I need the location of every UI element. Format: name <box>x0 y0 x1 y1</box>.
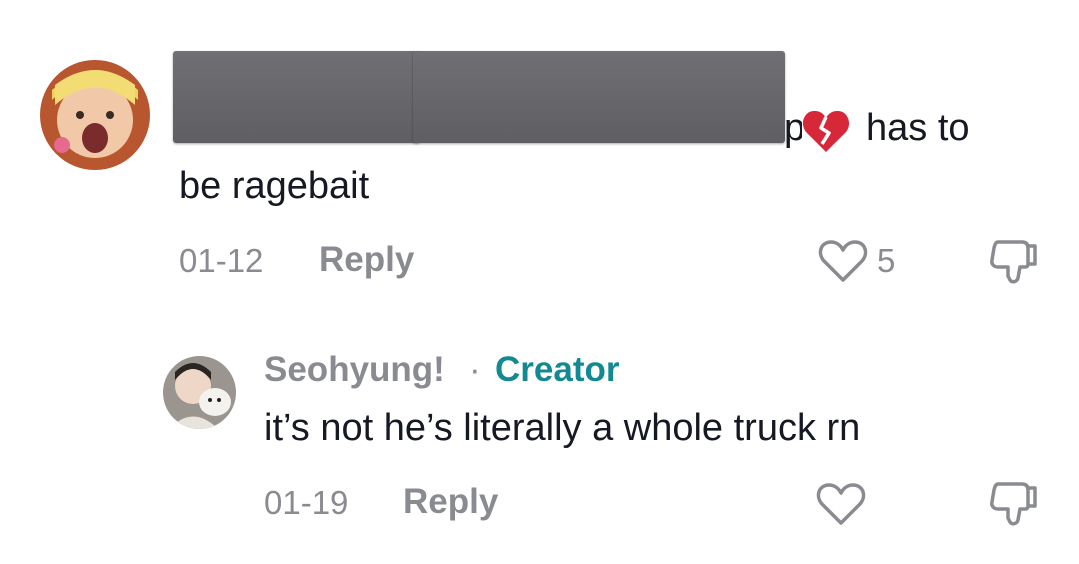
heart-icon[interactable] <box>817 238 869 284</box>
broken-heart-emoji <box>802 108 850 160</box>
reply-button[interactable]: Reply <box>403 482 498 522</box>
comment-text: it’s not he’s literally a whole truck rn <box>264 407 861 449</box>
text-fragment: p <box>784 107 802 149</box>
separator: · <box>469 350 481 389</box>
redaction-block <box>413 51 785 143</box>
comment-text: has to <box>866 107 970 149</box>
dislike-icon[interactable] <box>988 236 1040 286</box>
comment-text: be ragebait <box>179 165 370 207</box>
comment-date: 01-12 <box>179 242 264 279</box>
heart-icon[interactable] <box>815 481 867 527</box>
comment-username[interactable]: Seohyung! <box>264 350 445 390</box>
dislike-icon[interactable] <box>988 478 1040 528</box>
redaction-block <box>173 51 420 143</box>
reply-button[interactable]: Reply <box>319 240 414 280</box>
creator-badge: Creator <box>495 350 620 389</box>
avatar[interactable] <box>40 60 150 170</box>
like-count: 5 <box>877 242 896 279</box>
comment-date: 01-19 <box>264 484 349 521</box>
avatar[interactable] <box>163 356 236 429</box>
